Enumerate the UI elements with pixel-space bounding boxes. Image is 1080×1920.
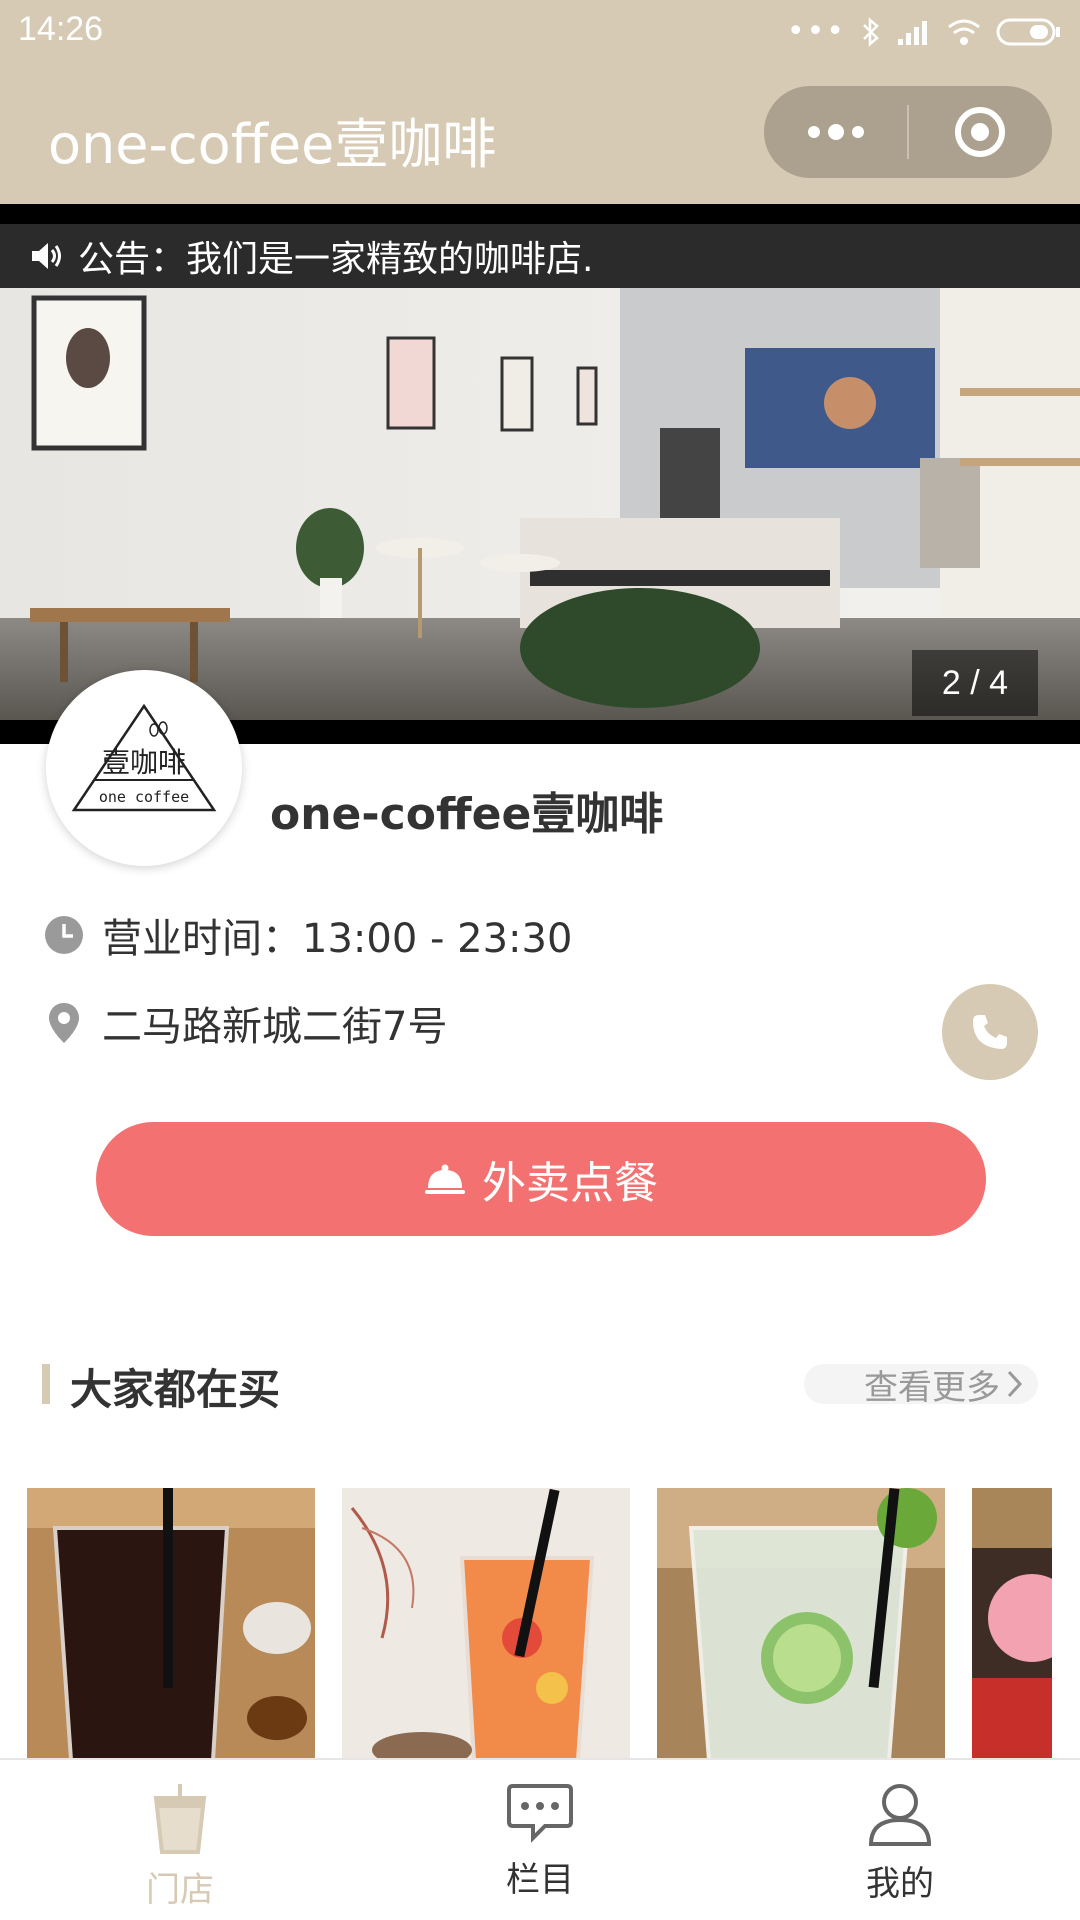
location-pin-icon bbox=[44, 1003, 84, 1043]
shop-name: one-coffee壹咖啡 bbox=[270, 789, 664, 840]
logo-subtext: one coffee bbox=[99, 788, 189, 806]
product-card[interactable] bbox=[27, 1488, 315, 1760]
chat-icon bbox=[507, 1784, 573, 1843]
business-hours: 营业时间：13:00 - 23:30 bbox=[102, 916, 573, 962]
tab-columns-label: 栏目 bbox=[506, 1860, 574, 1900]
product-list bbox=[0, 1488, 1080, 1760]
fruit-tea-photo bbox=[342, 1488, 630, 1760]
shop-logo: 壹咖啡 one coffee bbox=[46, 670, 242, 866]
status-time: 14:26 bbox=[18, 10, 104, 48]
wifi-icon bbox=[948, 19, 980, 45]
battery-icon bbox=[996, 18, 1060, 46]
cup-icon bbox=[153, 1784, 207, 1854]
tab-store-label: 门店 bbox=[146, 1870, 214, 1910]
more-menu-button[interactable] bbox=[764, 86, 907, 178]
clock-icon bbox=[44, 915, 84, 955]
tab-mine-label: 我的 bbox=[866, 1864, 934, 1904]
iced-americano-photo bbox=[27, 1488, 315, 1760]
call-button[interactable] bbox=[942, 984, 1038, 1080]
shop-address: 二马路新城二街7号 bbox=[102, 1004, 448, 1050]
target-icon bbox=[955, 107, 1006, 157]
chevron-right-icon bbox=[1007, 1370, 1023, 1398]
announcement-text: 公告：我们是一家精致的咖啡店. bbox=[78, 239, 594, 280]
section-accent-bar bbox=[42, 1364, 50, 1404]
banner-carousel[interactable]: 公告：我们是一家精致的咖啡店. 2 / 4 bbox=[0, 204, 1080, 744]
page-title: one-coffee壹咖啡 bbox=[48, 113, 497, 176]
product-card[interactable] bbox=[972, 1488, 1052, 1760]
food-cloche-icon bbox=[425, 1164, 465, 1194]
tab-mine[interactable]: 我的 bbox=[720, 1760, 1080, 1920]
mini-program-capsule bbox=[764, 86, 1052, 178]
tab-columns[interactable]: 栏目 bbox=[360, 1760, 720, 1920]
status-dots: ••• bbox=[786, 14, 846, 49]
product-card[interactable] bbox=[657, 1488, 945, 1760]
view-more-label: 查看更多 bbox=[864, 1367, 1000, 1408]
logo-text: 壹咖啡 bbox=[102, 746, 186, 779]
pig-dessert-photo bbox=[972, 1488, 1052, 1760]
phone-icon bbox=[973, 1015, 1007, 1049]
announcement-bar[interactable]: 公告：我们是一家精致的咖啡店. bbox=[0, 224, 1080, 288]
section-title: 大家都在买 bbox=[70, 1365, 281, 1414]
business-hours-row: 营业时间：13:00 - 23:30 bbox=[44, 906, 572, 964]
bluetooth-icon bbox=[863, 17, 879, 47]
order-button-label: 外卖点餐 bbox=[482, 1158, 658, 1209]
user-icon bbox=[868, 1784, 932, 1846]
address-row[interactable]: 二马路新城二街7号 bbox=[44, 994, 447, 1052]
mojito-photo bbox=[657, 1488, 945, 1760]
close-program-button[interactable] bbox=[909, 86, 1052, 178]
product-card[interactable] bbox=[342, 1488, 630, 1760]
tab-store[interactable]: 门店 bbox=[0, 1760, 360, 1920]
bottom-tab-bar: 门店 栏目 我的 bbox=[0, 1758, 1080, 1920]
coffee-logo-icon: 壹咖啡 one coffee bbox=[71, 703, 217, 812]
view-more-link[interactable]: 查看更多 bbox=[804, 1364, 1038, 1408]
signal-icon bbox=[898, 21, 927, 45]
top-bar: 14:26 ••• one-coffee壹咖啡 bbox=[0, 0, 1080, 204]
status-icons: ••• bbox=[787, 12, 1062, 52]
more-dots-icon bbox=[807, 124, 864, 140]
slide-counter: 2 / 4 bbox=[912, 650, 1038, 716]
takeout-order-button[interactable]: 外卖点餐 bbox=[96, 1122, 986, 1236]
speaker-icon bbox=[30, 240, 64, 272]
